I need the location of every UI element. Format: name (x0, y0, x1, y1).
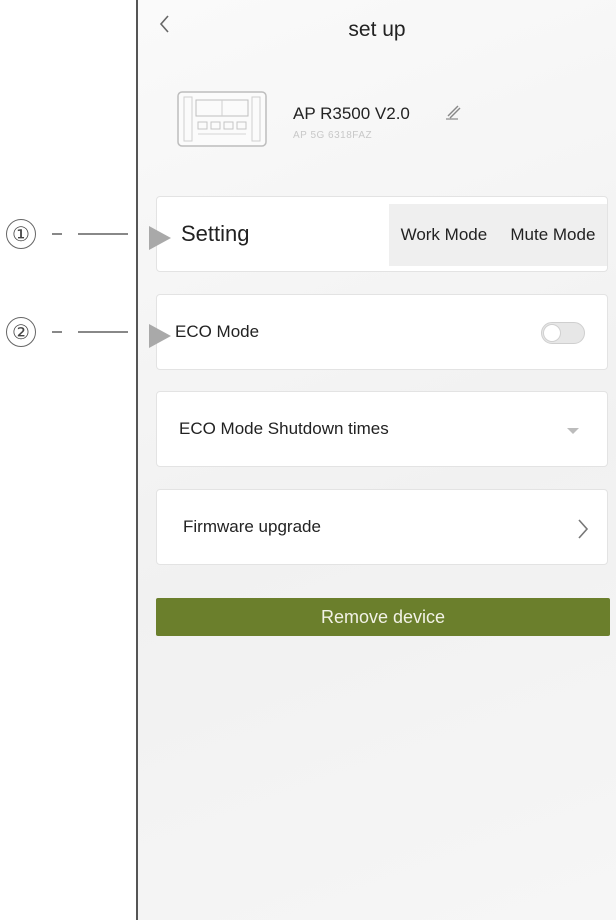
device-name: AP R3500 V2.0 (293, 104, 410, 123)
dropdown-arrow-icon[interactable] (565, 426, 581, 436)
setting-label: Setting (181, 221, 250, 246)
work-mode-option[interactable]: Work Mode (401, 225, 488, 245)
callout-1: ① (0, 214, 140, 254)
chevron-right-icon (578, 519, 589, 539)
callout-number: ① (6, 219, 36, 249)
callout-dash (78, 331, 128, 333)
callout-dash (52, 233, 62, 235)
page-title: set up (348, 18, 406, 41)
callout-2: ② (0, 312, 140, 352)
mode-selector: Work Mode Mute Mode (389, 204, 607, 266)
pointer-arrow (149, 324, 171, 348)
remove-device-button[interactable]: Remove device (156, 598, 610, 636)
firmware-upgrade-row[interactable]: Firmware upgrade (156, 489, 608, 565)
callout-dash (78, 233, 128, 235)
callout-number: ② (6, 317, 36, 347)
device-image-icon (177, 91, 267, 147)
pointer-arrow (149, 226, 171, 250)
setting-row: Setting Work Mode Mute Mode (149, 196, 608, 272)
firmware-upgrade-label: Firmware upgrade (183, 517, 321, 536)
eco-shutdown-label: ECO Mode Shutdown times (179, 419, 389, 438)
app-screen: set up AP R3500 V2.0 AP 5G 6318FAZ Setti… (136, 0, 616, 920)
eco-shutdown-row[interactable]: ECO Mode Shutdown times (156, 391, 608, 467)
eco-mode-toggle[interactable] (541, 322, 585, 344)
device-serial: AP 5G 6318FAZ (293, 130, 373, 141)
eco-mode-label: ECO Mode (175, 322, 260, 341)
toggle-knob (543, 324, 561, 342)
callout-dash (52, 331, 62, 333)
mute-mode-option[interactable]: Mute Mode (510, 225, 595, 245)
pencil-icon[interactable] (442, 100, 464, 122)
eco-mode-row: ECO Mode (149, 294, 608, 370)
